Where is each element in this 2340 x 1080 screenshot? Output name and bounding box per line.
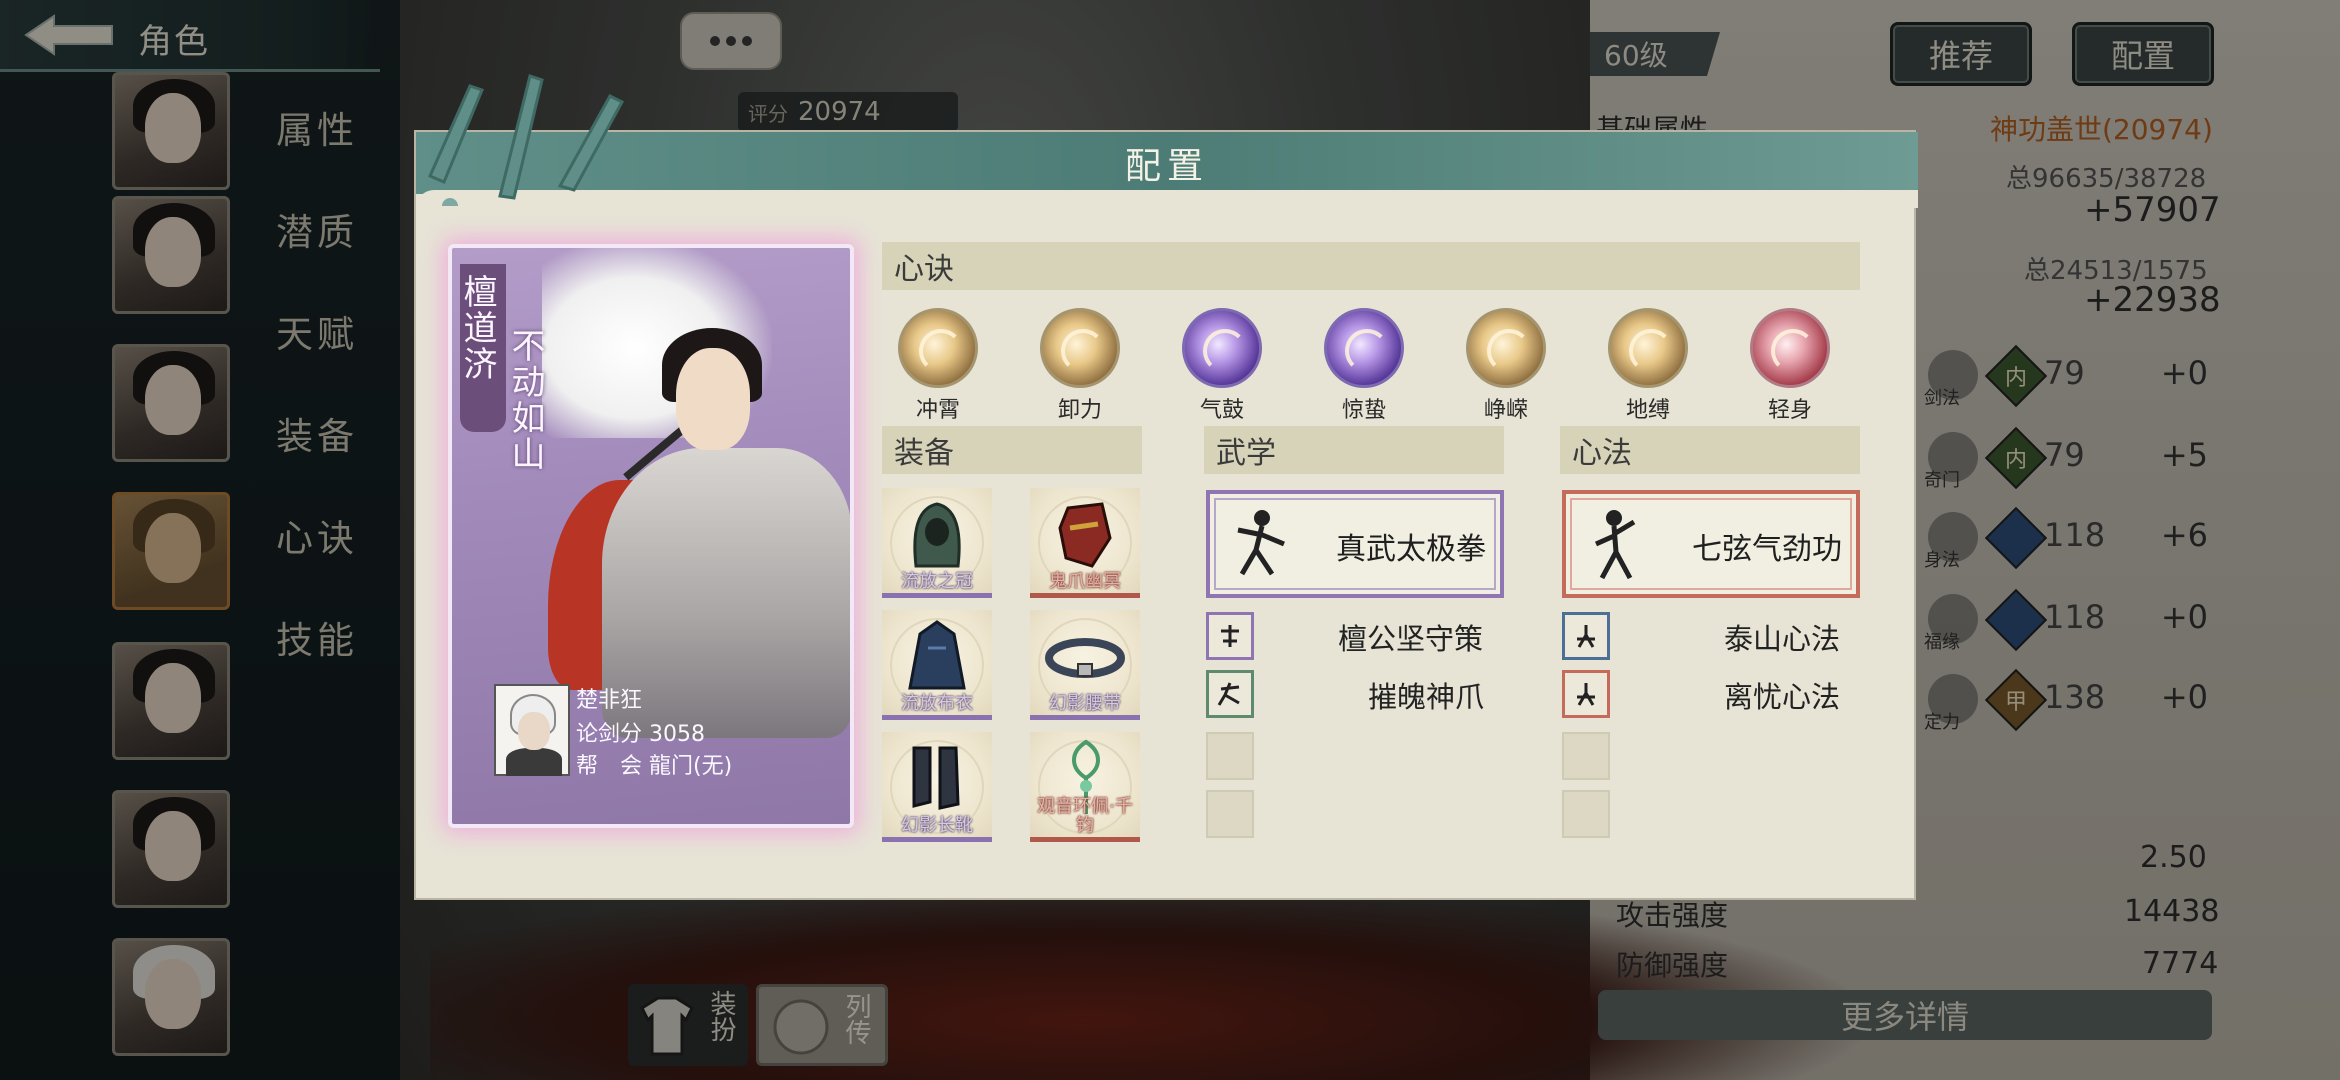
section-martial: 武学 [1204, 426, 1504, 474]
player-score-label: 论剑分 [576, 722, 643, 747]
xinjue-orb-icon[interactable] [1466, 308, 1546, 388]
equipment-slot[interactable]: 幻影长靴 [882, 732, 992, 842]
player-avatar [494, 684, 570, 776]
xinjue-label: 冲霄 [915, 398, 960, 423]
section-heart: 心法 [1560, 426, 1860, 474]
robe-icon [908, 620, 966, 690]
empty-skill-slot[interactable] [1206, 790, 1254, 838]
player-guild-label: 帮 会 [576, 754, 643, 779]
martial-sub-skill-icon[interactable] [1206, 670, 1254, 718]
heart-sub-name: 泰山心法 [1724, 622, 1841, 656]
player-score-value: 3058 [649, 722, 706, 747]
xinjue-label: 地缚 [1625, 398, 1670, 423]
fighter-icon [1594, 510, 1636, 580]
martial-sub-name: 檀公坚守策 [1338, 622, 1484, 656]
equipment-slot[interactable]: 流放布衣 [882, 610, 992, 720]
boots-icon [912, 746, 960, 810]
belt-icon [1045, 638, 1125, 678]
heart-sub-skill-icon[interactable] [1562, 612, 1610, 660]
player-guild-value: 龍门(无) [649, 754, 733, 779]
gauntlet-icon [1058, 502, 1112, 568]
xinjue-label: 轻身 [1767, 398, 1812, 423]
empty-skill-slot[interactable] [1562, 732, 1610, 780]
player-name: 楚非狂 [576, 688, 643, 713]
heart-sub-skill-icon[interactable] [1562, 670, 1610, 718]
modal-title: 配置 [1124, 146, 1209, 187]
empty-skill-slot[interactable] [1562, 790, 1610, 838]
equipment-slot[interactable]: 鬼爪幽冥 [1030, 488, 1140, 598]
xinjue-orb-icon[interactable] [1608, 308, 1688, 388]
equipment-name: 流放布衣 [901, 693, 973, 714]
hero-title: 不动如山 [505, 328, 545, 472]
xinjue-label: 气鼓 [1199, 398, 1244, 423]
empty-skill-slot[interactable] [1206, 732, 1254, 780]
xinjue-orb-icon[interactable] [1750, 308, 1830, 388]
section-xinjue: 心诀 [882, 242, 1860, 290]
equipment-name: 幻影腰带 [1049, 693, 1121, 714]
xinjue-label: 峥嵘 [1483, 398, 1528, 423]
equipment-name: 鬼爪幽冥 [1049, 571, 1121, 592]
martial-main-name: 真武太极拳 [1336, 532, 1486, 567]
xinjue-label: 卸力 [1057, 398, 1102, 423]
heart-main-name: 七弦气劲功 [1692, 532, 1842, 567]
martial-sub-skill-icon[interactable] [1206, 612, 1254, 660]
swords-icon [428, 74, 625, 206]
xinjue-orb-icon[interactable] [898, 308, 978, 388]
equipment-name: 幻影长靴 [901, 815, 973, 836]
section-equipment: 装备 [882, 426, 1142, 474]
player-score: 论剑分 3058 [576, 716, 705, 748]
hero-portrait [676, 348, 750, 450]
hood-icon [913, 502, 961, 568]
fighter-icon [1237, 510, 1285, 576]
equipment-slot[interactable]: 幻影腰带 [1030, 610, 1140, 720]
xinjue-orb-icon[interactable] [1040, 308, 1120, 388]
xinjue-label: 惊蛰 [1341, 398, 1386, 423]
xinjue-orb-icon[interactable] [1182, 308, 1262, 388]
xinjue-orb-icon[interactable] [1324, 308, 1404, 388]
equipment-slot[interactable]: 流放之冠 [882, 488, 992, 598]
hero-name: 檀道济 [457, 274, 497, 382]
heart-main-skill[interactable]: 七弦气劲功 [1562, 490, 1860, 598]
martial-sub-name: 摧魄神爪 [1368, 680, 1485, 714]
equipment-slot[interactable]: 观音环佩·千钧 [1030, 732, 1140, 842]
equipment-name: 观音环佩·千钧 [1037, 796, 1133, 836]
equipment-name: 流放之冠 [901, 571, 973, 592]
martial-main-skill[interactable]: 真武太极拳 [1206, 490, 1504, 598]
player-guild: 帮 会 龍门(无) [576, 748, 732, 780]
heart-sub-name: 离忧心法 [1724, 680, 1841, 714]
